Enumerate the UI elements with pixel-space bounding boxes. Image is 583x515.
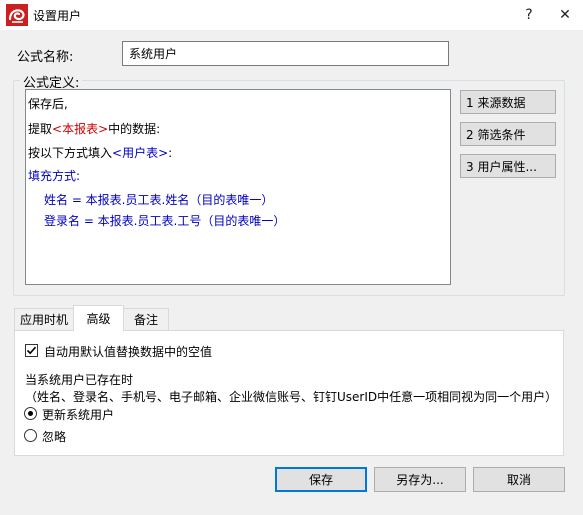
radio-selected-dot (28, 411, 33, 416)
definition-line-4: 填充方式: (28, 169, 81, 183)
auto-replace-checkbox[interactable] (25, 344, 38, 357)
app-logo-icon (6, 4, 28, 26)
line-2-prefix: 提取 (28, 122, 53, 136)
report-table-token: <本报表> (52, 122, 109, 136)
line-3-suffix: : (168, 146, 173, 160)
tab-timing[interactable]: 应用时机 (14, 308, 74, 330)
formula-name-label: 公式名称: (17, 50, 74, 65)
formula-name-input[interactable]: 系统用户 (122, 41, 449, 66)
title-bar: 设置用户 ? ✕ (0, 0, 583, 30)
window-title: 设置用户 (33, 9, 82, 23)
user-attributes-button[interactable]: 3 用户属性... (460, 154, 556, 178)
user-exists-heading: 当系统用户已存在时 (25, 373, 134, 387)
line-2-suffix: 中的数据: (108, 122, 161, 136)
definition-line-3: 按以下方式填入<用户表>: (28, 144, 172, 161)
definition-line-6: 登录名 = 本报表.员工表.工号（目的表唯一） (44, 214, 286, 228)
help-icon: ? (525, 7, 533, 23)
ignore-label[interactable]: 忽略 (42, 428, 66, 445)
line-3-prefix: 按以下方式填入 (28, 146, 113, 160)
definition-line-2: 提取<本报表>中的数据: (28, 120, 160, 137)
user-exists-note: （姓名、登录名、手机号、电子邮箱、企业微信账号、钉钉UserID中任意一项相同视… (25, 390, 558, 404)
update-user-radio[interactable] (24, 407, 37, 420)
close-button[interactable]: ✕ (548, 0, 582, 30)
source-data-button[interactable]: 1 来源数据 (460, 90, 556, 114)
filter-conditions-button[interactable]: 2 筛选条件 (460, 122, 556, 146)
tab-notes[interactable]: 备注 (123, 308, 169, 330)
save-as-button[interactable]: 另存为... (374, 467, 466, 492)
help-button[interactable]: ? (512, 0, 546, 30)
definition-line-1: 保存后, (28, 97, 68, 111)
definition-line-5: 姓名 = 本报表.员工表.姓名（目的表唯一） (44, 193, 274, 207)
checkmark-icon (26, 346, 37, 355)
update-user-label[interactable]: 更新系统用户 (42, 406, 114, 423)
close-icon: ✕ (559, 7, 571, 23)
advanced-tab-panel: 自动用默认值替换数据中的空值 当系统用户已存在时 （姓名、登录名、手机号、电子邮… (14, 330, 564, 456)
auto-replace-label[interactable]: 自动用默认值替换数据中的空值 (44, 343, 212, 360)
cancel-button[interactable]: 取消 (473, 467, 565, 492)
formula-definition-editor[interactable]: 保存后, 提取<本报表>中的数据: 按以下方式填入<用户表>: 填充方式: 姓名… (25, 89, 451, 285)
tab-advanced[interactable]: 高级 (73, 305, 124, 331)
ignore-radio[interactable] (24, 429, 37, 442)
save-button[interactable]: 保存 (275, 467, 367, 492)
user-table-token: <用户表> (112, 146, 169, 160)
